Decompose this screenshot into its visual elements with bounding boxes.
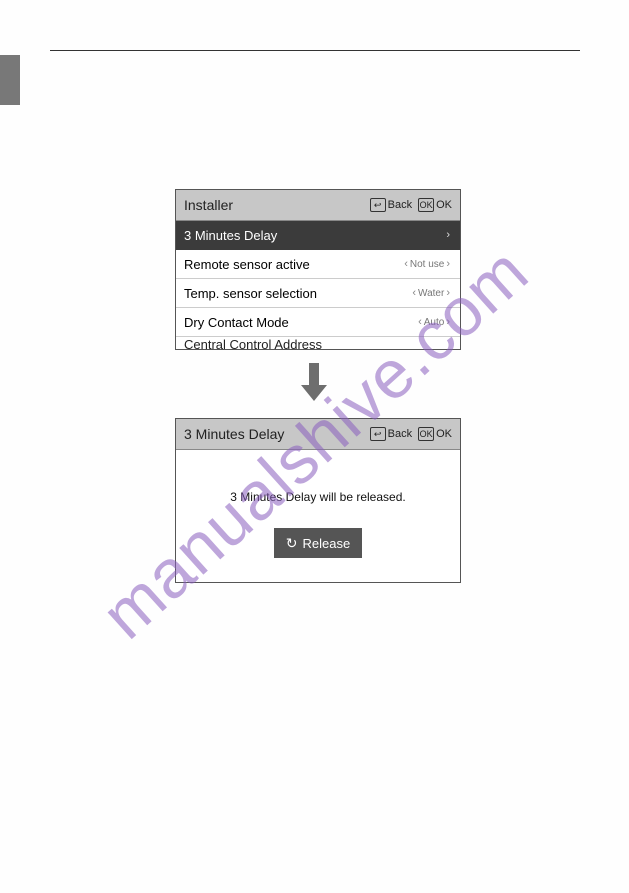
chevron-right-icon: › bbox=[444, 229, 452, 241]
installer-screen: Installer ↩ Back OK OK 3 Minutes Delay ›… bbox=[175, 189, 461, 350]
down-arrow-icon bbox=[296, 361, 332, 403]
menu-row-3-minutes-delay[interactable]: 3 Minutes Delay › bbox=[176, 221, 460, 250]
chevron-left-icon[interactable]: ‹ bbox=[410, 287, 418, 299]
refresh-icon: ↻ bbox=[286, 535, 298, 552]
chevron-right-icon[interactable]: › bbox=[444, 316, 452, 328]
row-label: Central Control Address bbox=[184, 337, 322, 349]
chevron-right-icon[interactable]: › bbox=[444, 258, 452, 270]
screen-header: 3 Minutes Delay ↩ Back OK OK bbox=[176, 419, 460, 450]
menu-row-cutoff: Central Control Address bbox=[176, 337, 460, 349]
back-button[interactable]: ↩ Back bbox=[370, 198, 412, 212]
ok-button[interactable]: OK OK bbox=[418, 427, 452, 441]
ok-label: OK bbox=[436, 428, 452, 440]
row-value: Water bbox=[418, 288, 444, 299]
back-icon: ↩ bbox=[370, 427, 386, 441]
release-button[interactable]: ↻ Release bbox=[274, 528, 362, 558]
chevron-left-icon[interactable]: ‹ bbox=[416, 316, 424, 328]
release-button-label: Release bbox=[303, 536, 351, 551]
ok-label: OK bbox=[436, 199, 452, 211]
screen-header: Installer ↩ Back OK OK bbox=[176, 190, 460, 221]
delay-screen: 3 Minutes Delay ↩ Back OK OK 3 Minutes D… bbox=[175, 418, 461, 583]
ok-button[interactable]: OK OK bbox=[418, 198, 452, 212]
row-label: Remote sensor active bbox=[184, 257, 402, 272]
page-header-rule bbox=[50, 50, 580, 51]
row-label: Temp. sensor selection bbox=[184, 286, 410, 301]
menu-row-temp-sensor[interactable]: Temp. sensor selection ‹ Water › bbox=[176, 279, 460, 308]
menu-row-dry-contact[interactable]: Dry Contact Mode ‹ Auto › bbox=[176, 308, 460, 337]
menu-row-remote-sensor[interactable]: Remote sensor active ‹ Not use › bbox=[176, 250, 460, 279]
back-label: Back bbox=[388, 428, 412, 440]
ok-icon: OK bbox=[418, 427, 434, 441]
back-button[interactable]: ↩ Back bbox=[370, 427, 412, 441]
row-label: 3 Minutes Delay bbox=[184, 228, 444, 243]
row-label: Dry Contact Mode bbox=[184, 315, 416, 330]
page-side-tab bbox=[0, 55, 20, 105]
ok-icon: OK bbox=[418, 198, 434, 212]
screen-title: Installer bbox=[184, 197, 364, 213]
screen-title: 3 Minutes Delay bbox=[184, 426, 364, 442]
chevron-right-icon[interactable]: › bbox=[444, 287, 452, 299]
back-label: Back bbox=[388, 199, 412, 211]
release-message: 3 Minutes Delay will be released. bbox=[176, 490, 460, 504]
chevron-left-icon[interactable]: ‹ bbox=[402, 258, 410, 270]
back-icon: ↩ bbox=[370, 198, 386, 212]
row-value: Auto bbox=[424, 317, 445, 328]
row-value: Not use bbox=[410, 259, 444, 270]
